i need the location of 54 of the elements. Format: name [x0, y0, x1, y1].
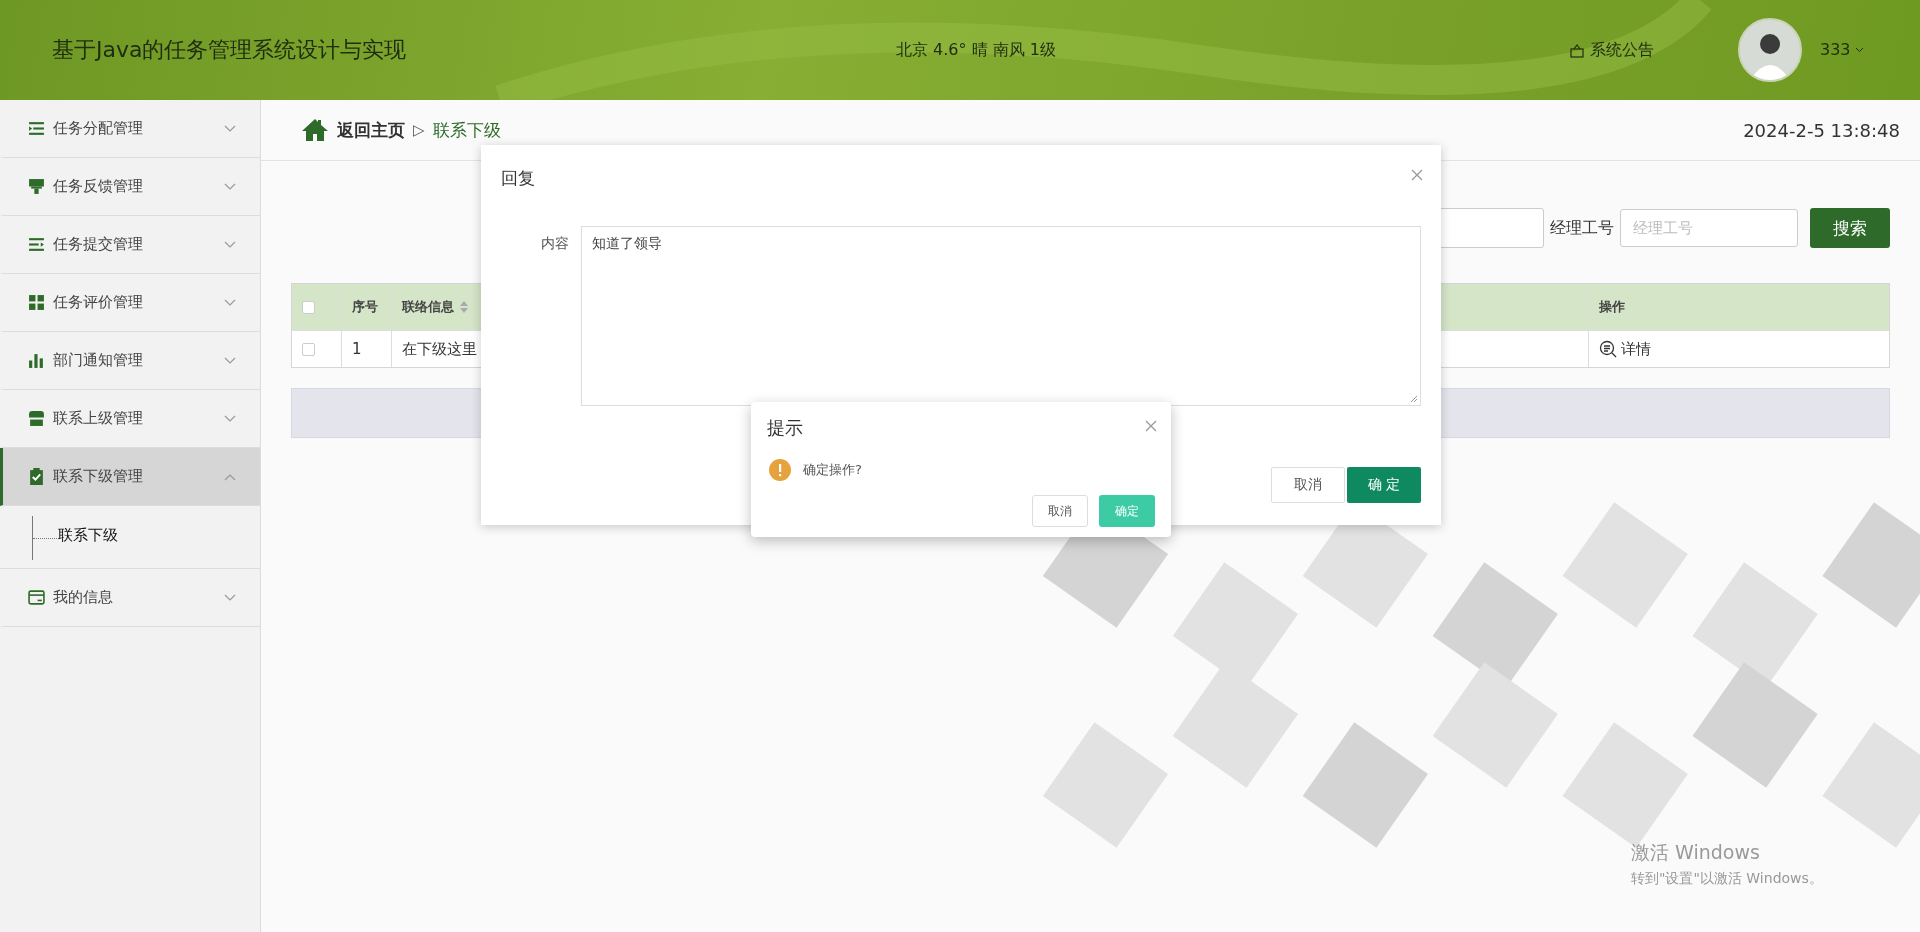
dialog-message: 确定操作?	[803, 461, 862, 479]
cancel-button[interactable]: 取消	[1271, 467, 1345, 503]
field-label: 内容	[541, 235, 569, 253]
tree-line	[32, 516, 57, 560]
close-button[interactable]	[1411, 169, 1423, 181]
brush-icon	[28, 178, 45, 195]
list-icon	[28, 120, 45, 137]
manager-id-field[interactable]: 经理工号	[1620, 209, 1798, 247]
caret-icon	[1854, 46, 1864, 53]
field-label: 经理工号	[1550, 217, 1614, 239]
app-title: 基于Java的任务管理系统设计与实现	[52, 36, 407, 64]
confirm-button[interactable]: 确 定	[1347, 467, 1421, 503]
dialog-title: 提示	[767, 416, 803, 440]
user-menu[interactable]: 333	[1820, 40, 1864, 59]
search-button[interactable]: 搜索	[1810, 208, 1890, 248]
sidebar-item[interactable]: 任务反馈管理	[0, 158, 260, 216]
column-header: 联络信息	[402, 298, 454, 316]
activation-text: 转到"设置"以激活 Windows。	[1631, 870, 1823, 888]
sidebar-subitem[interactable]: 联系下级	[58, 526, 118, 545]
sidebar-item[interactable]: 任务分配管理	[0, 100, 260, 158]
activation-title: 激活 Windows	[1631, 840, 1761, 865]
column-header: 操作	[1599, 298, 1625, 316]
clipboard-check-icon	[28, 468, 45, 485]
grid-icon	[28, 294, 45, 311]
sidebar-item[interactable]: 联系下级管理	[0, 448, 260, 506]
table-cell: 1	[352, 340, 362, 358]
shop-icon	[28, 410, 45, 427]
home-icon	[301, 118, 329, 142]
card-icon	[28, 589, 45, 606]
sort-icon[interactable]	[460, 301, 468, 313]
checkbox[interactable]	[302, 342, 315, 356]
bar-chart-icon	[28, 352, 45, 369]
datetime-text: 2024-2-5 13:8:48	[1743, 119, 1900, 141]
resize-grip-icon	[1410, 395, 1418, 403]
weather-text: 北京 4.6° 晴 南风 1级	[896, 40, 1056, 61]
dialog-title: 回复	[501, 167, 535, 190]
notice-link[interactable]: 系统公告	[1590, 40, 1654, 61]
sidebar-item[interactable]: 任务评价管理	[0, 274, 260, 332]
home-link[interactable]: 返回主页	[301, 118, 405, 142]
detail-link[interactable]: 详情	[1599, 339, 1651, 359]
breadcrumb-separator: ▷	[413, 121, 425, 139]
warning-icon	[769, 459, 791, 481]
sidebar-item[interactable]: 我的信息	[0, 569, 260, 627]
list-icon	[28, 236, 45, 253]
notice-icon	[1570, 43, 1584, 58]
close-button[interactable]	[1145, 420, 1157, 432]
table-cell: 在下级这里	[402, 339, 477, 359]
breadcrumb-current: 联系下级	[432, 118, 501, 142]
cancel-button[interactable]: 取消	[1032, 495, 1088, 527]
checkbox[interactable]	[302, 300, 315, 314]
search-list-icon	[1599, 340, 1617, 358]
sidebar-item[interactable]: 任务提交管理	[0, 216, 260, 274]
sidebar-item[interactable]: 部门通知管理	[0, 332, 260, 390]
column-header: 序号	[352, 298, 378, 316]
